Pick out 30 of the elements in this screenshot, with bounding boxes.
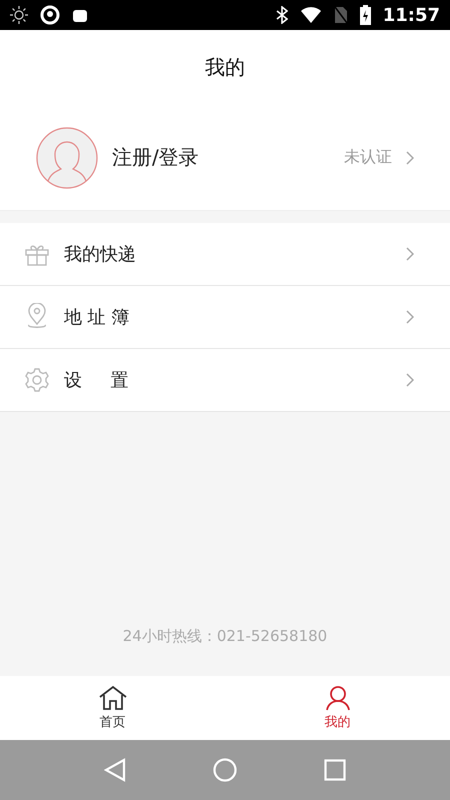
login-link[interactable]: 注册/登录	[112, 144, 330, 171]
page-title: 我的	[205, 54, 245, 81]
settings-icon	[24, 367, 50, 393]
status-time: 11:57	[382, 4, 440, 26]
menu-label: 地 址 簿	[64, 306, 130, 329]
chevron-icon	[406, 373, 414, 387]
back-icon[interactable]	[104, 758, 126, 782]
home-icon	[98, 685, 128, 711]
no-sim-icon	[334, 6, 348, 24]
menu-label: 设 置	[64, 369, 130, 392]
chevron-icon	[406, 150, 414, 164]
bluetooth-icon	[276, 6, 288, 24]
menu-row[interactable]: 我的快递	[0, 223, 450, 285]
home-circle-icon[interactable]	[212, 758, 237, 782]
menu-row[interactable]: 地 址 簿	[0, 285, 450, 348]
brightness-icon	[10, 6, 28, 24]
wifi-icon	[300, 7, 322, 23]
menu-label: 我的快递	[64, 243, 137, 266]
menu-row[interactable]: 设 置	[0, 348, 450, 411]
tab[interactable]: 首页	[0, 676, 225, 740]
person-icon	[324, 685, 350, 711]
avatar-icon[interactable]	[36, 126, 98, 188]
verification-status: 未认证	[344, 147, 392, 168]
hotline-text: 24小时热线：021-52658180	[122, 627, 328, 646]
chevron-icon	[406, 310, 414, 324]
app-logo-icon	[40, 5, 60, 25]
battery-icon	[360, 5, 371, 25]
tab[interactable]: 我的	[225, 676, 450, 740]
chevron-icon	[406, 247, 414, 261]
recents-icon[interactable]	[324, 759, 346, 781]
